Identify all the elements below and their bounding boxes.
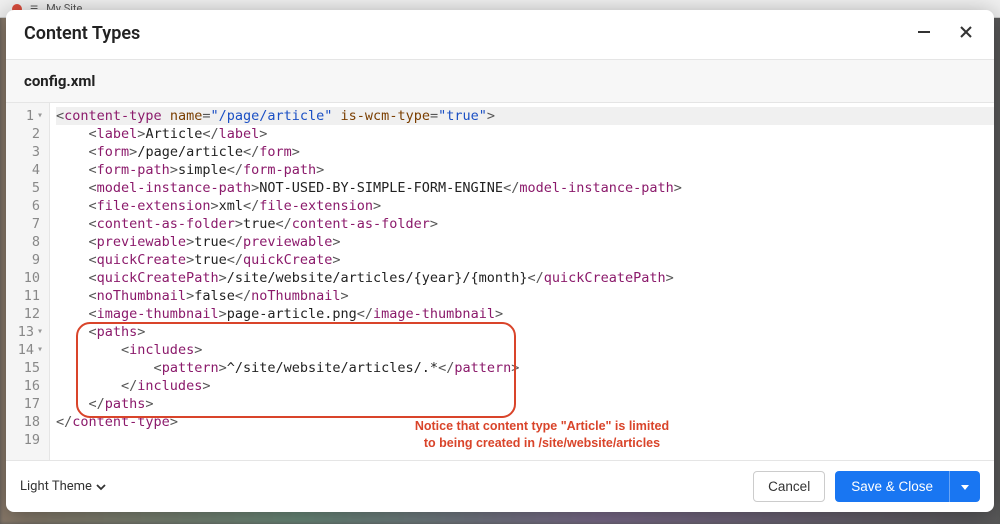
cancel-button[interactable]: Cancel [753,471,825,502]
code-line[interactable] [56,431,994,449]
code-line[interactable]: </includes> [56,377,994,395]
chevron-down-icon [96,482,106,492]
code-line[interactable]: <image-thumbnail>page-article.png</image… [56,305,994,323]
code-line[interactable]: <content-as-folder>true</content-as-fold… [56,215,994,233]
line-number: 13▾ [10,323,43,341]
line-number: 6 [10,197,43,215]
line-number: 5 [10,179,43,197]
code-line[interactable]: <file-extension>xml</file-extension> [56,197,994,215]
code-editor[interactable]: 1▾2 3 4 5 6 7 8 9 10 11 12 13▾14▾15 16 1… [6,103,994,460]
line-number: 19 [10,431,43,449]
line-number: 10 [10,269,43,287]
code-line[interactable]: <paths> [56,323,994,341]
line-number: 12 [10,305,43,323]
line-number: 9 [10,251,43,269]
line-number: 11 [10,287,43,305]
code-area[interactable]: <content-type name="/page/article" is-wc… [50,103,994,460]
minimize-icon [916,24,932,40]
fold-indicator[interactable]: ▾ [37,107,43,125]
line-number: 18 [10,413,43,431]
code-line[interactable]: <quickCreate>true</quickCreate> [56,251,994,269]
code-line[interactable]: <content-type name="/page/article" is-wc… [56,107,994,125]
close-icon [958,24,974,40]
modal-title: Content Types [24,23,140,44]
line-number: 15 [10,359,43,377]
code-line[interactable]: </paths> [56,395,994,413]
modal-footer: Light Theme Cancel Save & Close [6,460,994,512]
triangle-down-icon [960,482,970,492]
theme-selector[interactable]: Light Theme [20,479,106,494]
line-number: 1▾ [10,107,43,125]
code-line[interactable]: <form>/page/article</form> [56,143,994,161]
code-line[interactable]: <label>Article</label> [56,125,994,143]
line-gutter: 1▾2 3 4 5 6 7 8 9 10 11 12 13▾14▾15 16 1… [6,103,50,460]
fold-indicator[interactable]: ▾ [37,341,43,359]
code-line[interactable]: <quickCreatePath>/site/website/articles/… [56,269,994,287]
save-dropdown-button[interactable] [949,471,980,502]
line-number: 16 [10,377,43,395]
code-line[interactable]: <previewable>true</previewable> [56,233,994,251]
modal-header: Content Types [6,10,994,59]
code-line[interactable]: <model-instance-path>NOT-USED-BY-SIMPLE-… [56,179,994,197]
code-line[interactable]: <includes> [56,341,994,359]
line-number: 14▾ [10,341,43,359]
save-close-button[interactable]: Save & Close [835,471,949,502]
code-line[interactable]: <noThumbnail>false</noThumbnail> [56,287,994,305]
line-number: 7 [10,215,43,233]
line-number: 4 [10,161,43,179]
minimize-button[interactable] [914,22,934,45]
file-name-bar: config.xml [6,59,994,103]
line-number: 2 [10,125,43,143]
line-number: 17 [10,395,43,413]
fold-indicator[interactable]: ▾ [37,323,43,341]
theme-label: Light Theme [20,479,92,494]
code-line[interactable]: </content-type> [56,413,994,431]
line-number: 3 [10,143,43,161]
content-types-modal: Content Types config.xml 1▾2 3 4 5 6 7 8… [6,10,994,512]
code-line[interactable]: <pattern>^/site/website/articles/.*</pat… [56,359,994,377]
line-number: 8 [10,233,43,251]
code-line[interactable]: <form-path>simple</form-path> [56,161,994,179]
close-button[interactable] [956,22,976,45]
